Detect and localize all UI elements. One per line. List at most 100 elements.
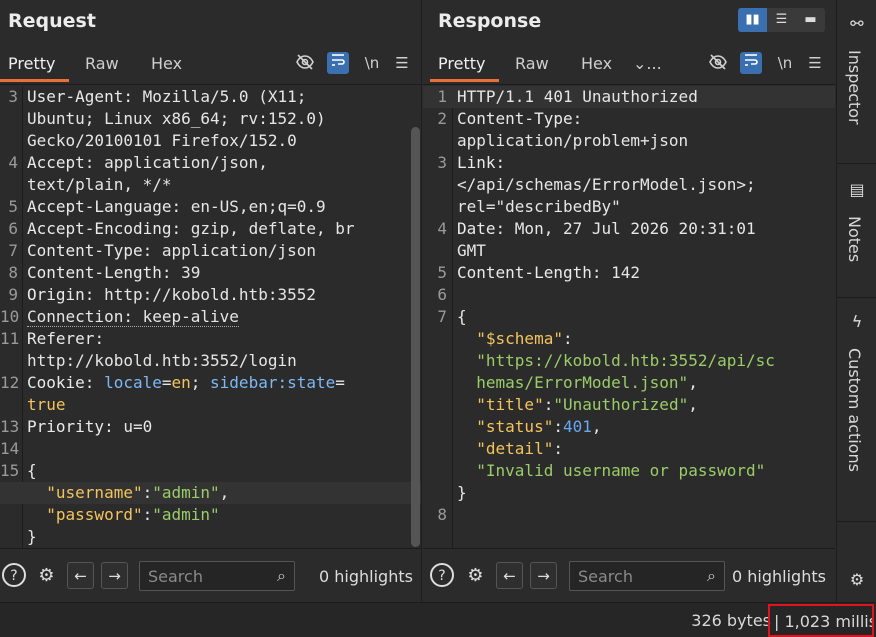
code-line[interactable]: 8 Content-Length: 39 bbox=[0, 262, 421, 284]
code-line[interactable]: "https://kobold.htb:3552/api/sc bbox=[423, 350, 835, 372]
newline-icon[interactable]: \n bbox=[774, 52, 796, 74]
back-arrow-icon[interactable]: ← bbox=[67, 562, 94, 589]
line-number: 13 bbox=[0, 417, 20, 436]
request-tab-pretty[interactable]: Pretty bbox=[0, 54, 71, 82]
code-line[interactable]: http://kobold.htb:3552/login bbox=[0, 350, 421, 372]
code-line[interactable]: 3 User-Agent: Mozilla/5.0 (X11; bbox=[0, 86, 421, 108]
settings-icon[interactable]: ⚙ bbox=[462, 562, 489, 589]
search-icon: ⌕ bbox=[707, 566, 716, 585]
code-line[interactable]: 9 Origin: http://kobold.htb:3552 bbox=[0, 284, 421, 306]
code-line[interactable]: 12 Cookie: locale=en; sidebar:state= bbox=[0, 372, 421, 394]
word-wrap-icon[interactable] bbox=[327, 52, 349, 74]
code-line[interactable]: 7{ bbox=[423, 306, 835, 328]
code-line[interactable]: "detail": bbox=[423, 438, 835, 460]
request-tab-hex[interactable]: Hex bbox=[151, 54, 182, 73]
code-text: HTTP/1.1 401 Unauthorized bbox=[457, 87, 698, 106]
code-line[interactable]: 6 Accept-Encoding: gzip, deflate, br bbox=[0, 218, 421, 240]
code-text: "username":"admin", bbox=[46, 483, 230, 502]
code-line[interactable]: 7 Content-Type: application/json bbox=[0, 240, 421, 262]
code-line[interactable]: 4 Date: Mon, 27 Jul 2026 20:31:01 bbox=[423, 218, 835, 240]
eye-off-icon[interactable] bbox=[294, 52, 316, 74]
code-text: Content-Length: 142 bbox=[457, 263, 641, 282]
line-number: 11 bbox=[0, 329, 20, 348]
code-line[interactable]: 5 Accept-Language: en-US,en;q=0.9 bbox=[0, 196, 421, 218]
code-line[interactable]: GMT bbox=[423, 240, 835, 262]
word-wrap-icon[interactable] bbox=[740, 52, 762, 74]
sidebar-label-custom-actions: Custom actions bbox=[845, 348, 864, 472]
menu-icon[interactable]: ☰ bbox=[804, 52, 826, 74]
response-search-input[interactable]: Search ⌕ bbox=[569, 561, 725, 591]
code-line[interactable]: true bbox=[0, 394, 421, 416]
code-line[interactable]: } bbox=[0, 526, 421, 548]
code-text: text/plain, */* bbox=[27, 175, 172, 194]
code-line[interactable]: 5 Content-Length: 142 bbox=[423, 262, 835, 284]
request-search-input[interactable]: Search ⌕ bbox=[139, 561, 295, 591]
code-text: } bbox=[457, 483, 467, 502]
forward-arrow-icon[interactable]: → bbox=[101, 562, 128, 589]
code-line[interactable]: 1 HTTP/1.1 401 Unauthorized bbox=[423, 86, 835, 108]
code-line[interactable]: "status":401, bbox=[423, 416, 835, 438]
code-line[interactable]: </api/schemas/ErrorModel.json>; bbox=[423, 174, 835, 196]
layout-tabs-icon[interactable]: ▬ bbox=[796, 8, 825, 32]
code-text: true bbox=[27, 395, 66, 414]
code-line[interactable]: 14 bbox=[0, 438, 421, 460]
layout-stacked-icon[interactable]: ☰ bbox=[767, 8, 796, 32]
help-icon[interactable]: ? bbox=[0, 562, 27, 589]
response-pane: Response ▮▮ ☰ ▬ Pretty Raw Hex ⌄... \n ☰… bbox=[423, 0, 835, 602]
response-tab-raw[interactable]: Raw bbox=[515, 54, 549, 73]
request-tab-raw[interactable]: Raw bbox=[85, 54, 119, 73]
code-text: Content-Length: 39 bbox=[27, 263, 201, 282]
settings-icon[interactable]: ⚙ bbox=[33, 562, 60, 589]
code-text: Accept: application/json, bbox=[27, 153, 268, 172]
settings-icon[interactable]: ⚙ bbox=[847, 570, 867, 590]
notes-icon: ▤ bbox=[849, 180, 865, 199]
code-line[interactable]: rel="describedBy" bbox=[423, 196, 835, 218]
code-line[interactable]: Gecko/20100101 Firefox/152.0 bbox=[0, 130, 421, 152]
code-line[interactable]: } bbox=[423, 482, 835, 504]
sidebar-label-inspector: Inspector bbox=[845, 50, 864, 125]
request-scrollbar[interactable] bbox=[411, 127, 420, 547]
response-editor[interactable]: 1 HTTP/1.1 401 Unauthorized 2 Content-Type:… bbox=[423, 86, 835, 548]
code-line[interactable]: 8 bbox=[423, 504, 835, 526]
code-line[interactable]: 13 Priority: u=0 bbox=[0, 416, 421, 438]
response-tab-hex[interactable]: Hex bbox=[581, 54, 612, 73]
code-line[interactable]: 15 { bbox=[0, 460, 421, 482]
sidebar-item-notes[interactable]: ▤ Notes bbox=[837, 164, 876, 298]
code-text: http://kobold.htb:3552/login bbox=[27, 351, 297, 370]
code-line[interactable]: "Invalid username or password" bbox=[423, 460, 835, 482]
code-line[interactable]: hemas/ErrorModel.json", bbox=[423, 372, 835, 394]
code-line[interactable]: 3 Link: bbox=[423, 152, 835, 174]
back-arrow-icon[interactable]: ← bbox=[496, 562, 523, 589]
code-line[interactable]: 2 Content-Type: bbox=[423, 108, 835, 130]
code-line[interactable]: 10 Connection: keep-alive bbox=[0, 306, 421, 328]
help-icon[interactable]: ? bbox=[428, 562, 455, 589]
code-line[interactable]: "$schema": bbox=[423, 328, 835, 350]
code-line[interactable]: 11 Referer: bbox=[0, 328, 421, 350]
line-number: 7 bbox=[437, 307, 447, 326]
sidebar-item-custom-actions[interactable]: ϟ Custom actions bbox=[837, 298, 876, 522]
code-text: Origin: http://kobold.htb:3552 bbox=[27, 285, 316, 304]
forward-arrow-icon[interactable]: → bbox=[530, 562, 557, 589]
request-editor[interactable]: 3 User-Agent: Mozilla/5.0 (X11; Ubuntu; Li… bbox=[0, 86, 421, 548]
code-line[interactable]: text/plain, */* bbox=[0, 174, 421, 196]
newline-icon[interactable]: \n bbox=[361, 52, 383, 74]
code-line[interactable]: application/problem+json bbox=[423, 130, 835, 152]
layout-side-by-side-icon[interactable]: ▮▮ bbox=[738, 8, 767, 32]
code-text: "Invalid username or password" bbox=[476, 461, 766, 480]
code-text: Content-Type: application/json bbox=[27, 241, 316, 260]
code-line[interactable]: Ubuntu; Linux x86_64; rv:152.0) bbox=[0, 108, 421, 130]
code-text: Priority: u=0 bbox=[27, 417, 153, 436]
code-text: Accept-Encoding: gzip, deflate, br bbox=[27, 219, 355, 238]
menu-icon[interactable]: ☰ bbox=[391, 52, 413, 74]
response-tab-pretty[interactable]: Pretty bbox=[429, 54, 501, 82]
sidebar-item-inspector[interactable]: ⚯ Inspector bbox=[837, 0, 876, 164]
code-line[interactable]: "password":"admin" bbox=[0, 504, 421, 526]
more-tabs-dropdown[interactable]: ⌄... bbox=[633, 54, 662, 73]
code-text: "status":401, bbox=[476, 417, 602, 436]
code-line[interactable]: 4 Accept: application/json, bbox=[0, 152, 421, 174]
code-line[interactable]: "title":"Unauthorized", bbox=[423, 394, 835, 416]
code-line[interactable]: "username":"admin", bbox=[0, 482, 421, 504]
code-line[interactable]: 6 bbox=[423, 284, 835, 306]
eye-off-icon[interactable] bbox=[707, 52, 729, 74]
code-text: "title":"Unauthorized", bbox=[476, 395, 698, 414]
